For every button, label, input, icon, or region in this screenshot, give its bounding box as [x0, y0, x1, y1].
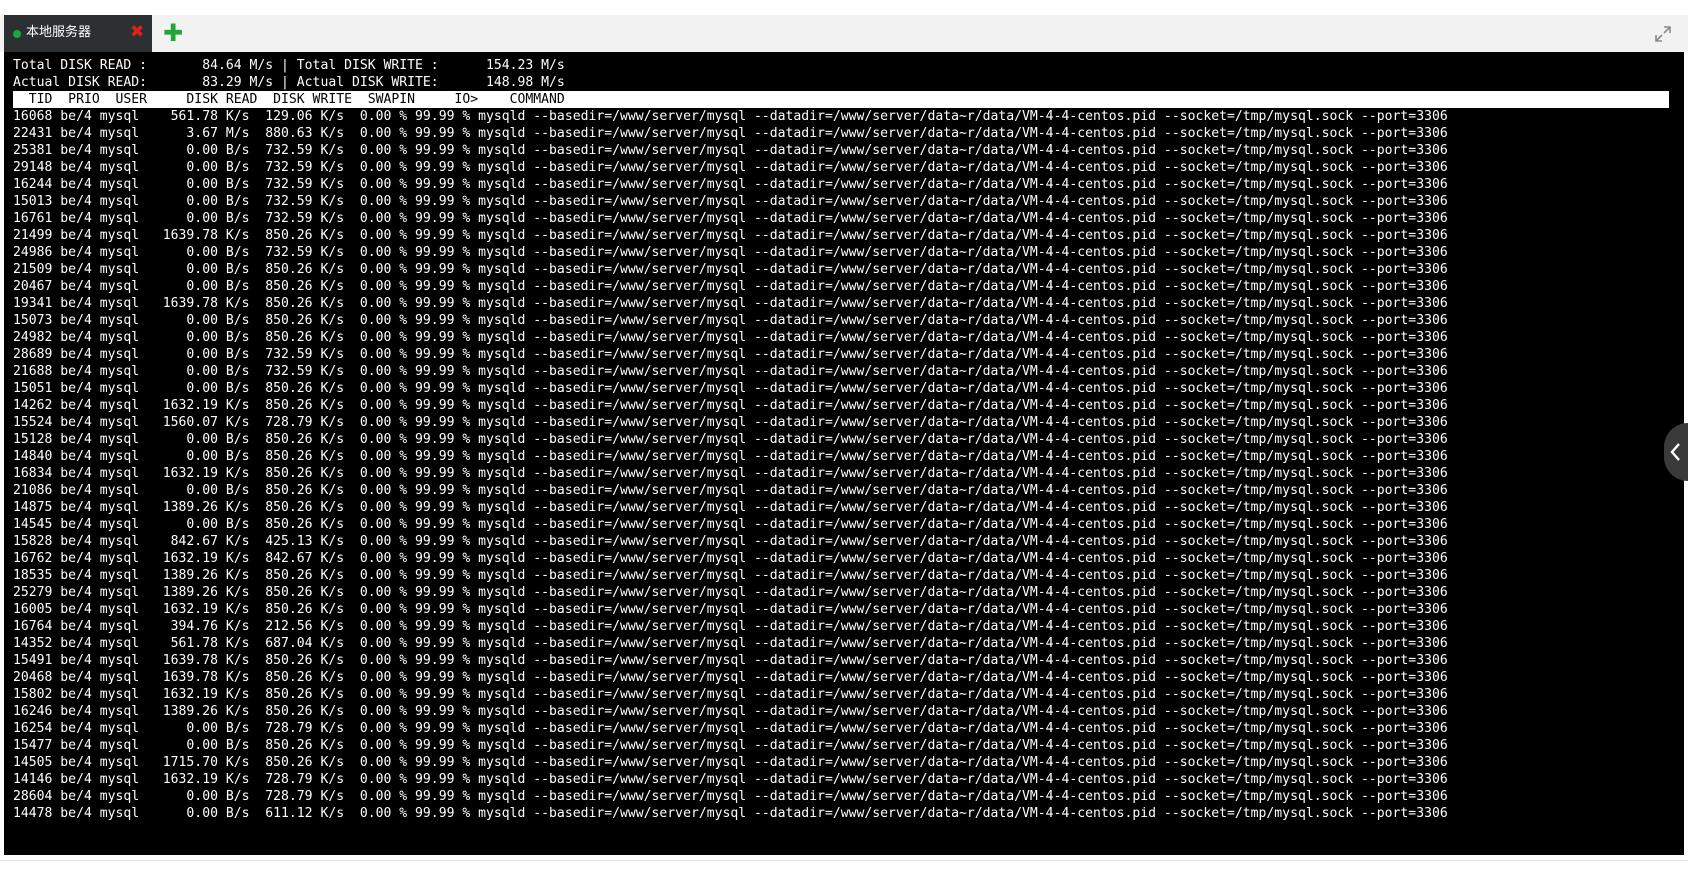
summary-line: Total DISK READ : 84.64 M/s | Total DISK…	[13, 58, 565, 73]
tab-local-server[interactable]: 本地服务器 ✖	[4, 15, 152, 52]
process-row: 14545 be/4 mysql 0.00 B/s 850.26 K/s 0.0…	[13, 517, 1448, 532]
process-row: 15477 be/4 mysql 0.00 B/s 850.26 K/s 0.0…	[13, 738, 1448, 753]
process-row: 15828 be/4 mysql 842.67 K/s 425.13 K/s 0…	[13, 534, 1448, 549]
process-row: 28689 be/4 mysql 0.00 B/s 732.59 K/s 0.0…	[13, 347, 1448, 362]
close-icon[interactable]: ✖	[130, 22, 144, 42]
process-row: 16246 be/4 mysql 1389.26 K/s 850.26 K/s …	[13, 704, 1448, 719]
terminal-screen[interactable]: Total DISK READ : 84.64 M/s | Total DISK…	[4, 52, 1684, 855]
process-row: 18535 be/4 mysql 1389.26 K/s 850.26 K/s …	[13, 568, 1448, 583]
process-row: 14262 be/4 mysql 1632.19 K/s 850.26 K/s …	[13, 398, 1448, 413]
terminal-app: 本地服务器 ✖ ✚ Total DISK READ : 84.64 M/s | …	[0, 0, 1688, 871]
process-row: 20467 be/4 mysql 0.00 B/s 850.26 K/s 0.0…	[13, 279, 1448, 294]
process-row: 15013 be/4 mysql 0.00 B/s 732.59 K/s 0.0…	[13, 194, 1448, 209]
process-row: 15524 be/4 mysql 1560.07 K/s 728.79 K/s …	[13, 415, 1448, 430]
process-row: 14478 be/4 mysql 0.00 B/s 611.12 K/s 0.0…	[13, 806, 1448, 821]
column-header: TID PRIO USER DISK READ DISK WRITE SWAPI…	[13, 91, 1669, 108]
summary-line: Actual DISK READ: 83.29 M/s | Actual DIS…	[13, 75, 565, 90]
process-row: 15128 be/4 mysql 0.00 B/s 850.26 K/s 0.0…	[13, 432, 1448, 447]
process-row: 14505 be/4 mysql 1715.70 K/s 850.26 K/s …	[13, 755, 1448, 770]
process-row: 14352 be/4 mysql 561.78 K/s 687.04 K/s 0…	[13, 636, 1448, 651]
process-row: 19341 be/4 mysql 1639.78 K/s 850.26 K/s …	[13, 296, 1448, 311]
process-row: 25381 be/4 mysql 0.00 B/s 732.59 K/s 0.0…	[13, 143, 1448, 158]
process-row: 21688 be/4 mysql 0.00 B/s 732.59 K/s 0.0…	[13, 364, 1448, 379]
tab-label: 本地服务器	[26, 25, 92, 40]
process-row: 16764 be/4 mysql 394.76 K/s 212.56 K/s 0…	[13, 619, 1448, 634]
expand-icon[interactable]	[1654, 25, 1672, 43]
process-row: 14875 be/4 mysql 1389.26 K/s 850.26 K/s …	[13, 500, 1448, 515]
process-row: 25279 be/4 mysql 1389.26 K/s 850.26 K/s …	[13, 585, 1448, 600]
process-row: 15073 be/4 mysql 0.00 B/s 850.26 K/s 0.0…	[13, 313, 1448, 328]
process-row: 16761 be/4 mysql 0.00 B/s 732.59 K/s 0.0…	[13, 211, 1448, 226]
process-row: 16005 be/4 mysql 1632.19 K/s 850.26 K/s …	[13, 602, 1448, 617]
process-row: 24982 be/4 mysql 0.00 B/s 850.26 K/s 0.0…	[13, 330, 1448, 345]
plus-icon[interactable]: ✚	[163, 21, 183, 45]
divider	[0, 860, 1688, 861]
process-row: 21499 be/4 mysql 1639.78 K/s 850.26 K/s …	[13, 228, 1448, 243]
iotop-output: Total DISK READ : 84.64 M/s | Total DISK…	[4, 52, 1684, 855]
process-row: 28604 be/4 mysql 0.00 B/s 728.79 K/s 0.0…	[13, 789, 1448, 804]
process-row: 21509 be/4 mysql 0.00 B/s 850.26 K/s 0.0…	[13, 262, 1448, 277]
process-row: 16244 be/4 mysql 0.00 B/s 732.59 K/s 0.0…	[13, 177, 1448, 192]
process-row: 24986 be/4 mysql 0.00 B/s 732.59 K/s 0.0…	[13, 245, 1448, 260]
process-row: 14146 be/4 mysql 1632.19 K/s 728.79 K/s …	[13, 772, 1448, 787]
process-row: 20468 be/4 mysql 1639.78 K/s 850.26 K/s …	[13, 670, 1448, 685]
tab-bar: 本地服务器 ✖ ✚	[0, 15, 1688, 52]
process-row: 15051 be/4 mysql 0.00 B/s 850.26 K/s 0.0…	[13, 381, 1448, 396]
status-dot-icon	[13, 30, 21, 38]
process-row: 15802 be/4 mysql 1632.19 K/s 850.26 K/s …	[13, 687, 1448, 702]
process-row: 15491 be/4 mysql 1639.78 K/s 850.26 K/s …	[13, 653, 1448, 668]
process-row: 16254 be/4 mysql 0.00 B/s 728.79 K/s 0.0…	[13, 721, 1448, 736]
process-row: 14840 be/4 mysql 0.00 B/s 850.26 K/s 0.0…	[13, 449, 1448, 464]
process-row: 22431 be/4 mysql 3.67 M/s 880.63 K/s 0.0…	[13, 126, 1448, 141]
process-row: 29148 be/4 mysql 0.00 B/s 732.59 K/s 0.0…	[13, 160, 1448, 175]
process-row: 16762 be/4 mysql 1632.19 K/s 842.67 K/s …	[13, 551, 1448, 566]
chevron-left-icon	[1670, 443, 1680, 461]
process-row: 16068 be/4 mysql 561.78 K/s 129.06 K/s 0…	[13, 109, 1448, 124]
process-row: 16834 be/4 mysql 1632.19 K/s 850.26 K/s …	[13, 466, 1448, 481]
process-row: 21086 be/4 mysql 0.00 B/s 850.26 K/s 0.0…	[13, 483, 1448, 498]
